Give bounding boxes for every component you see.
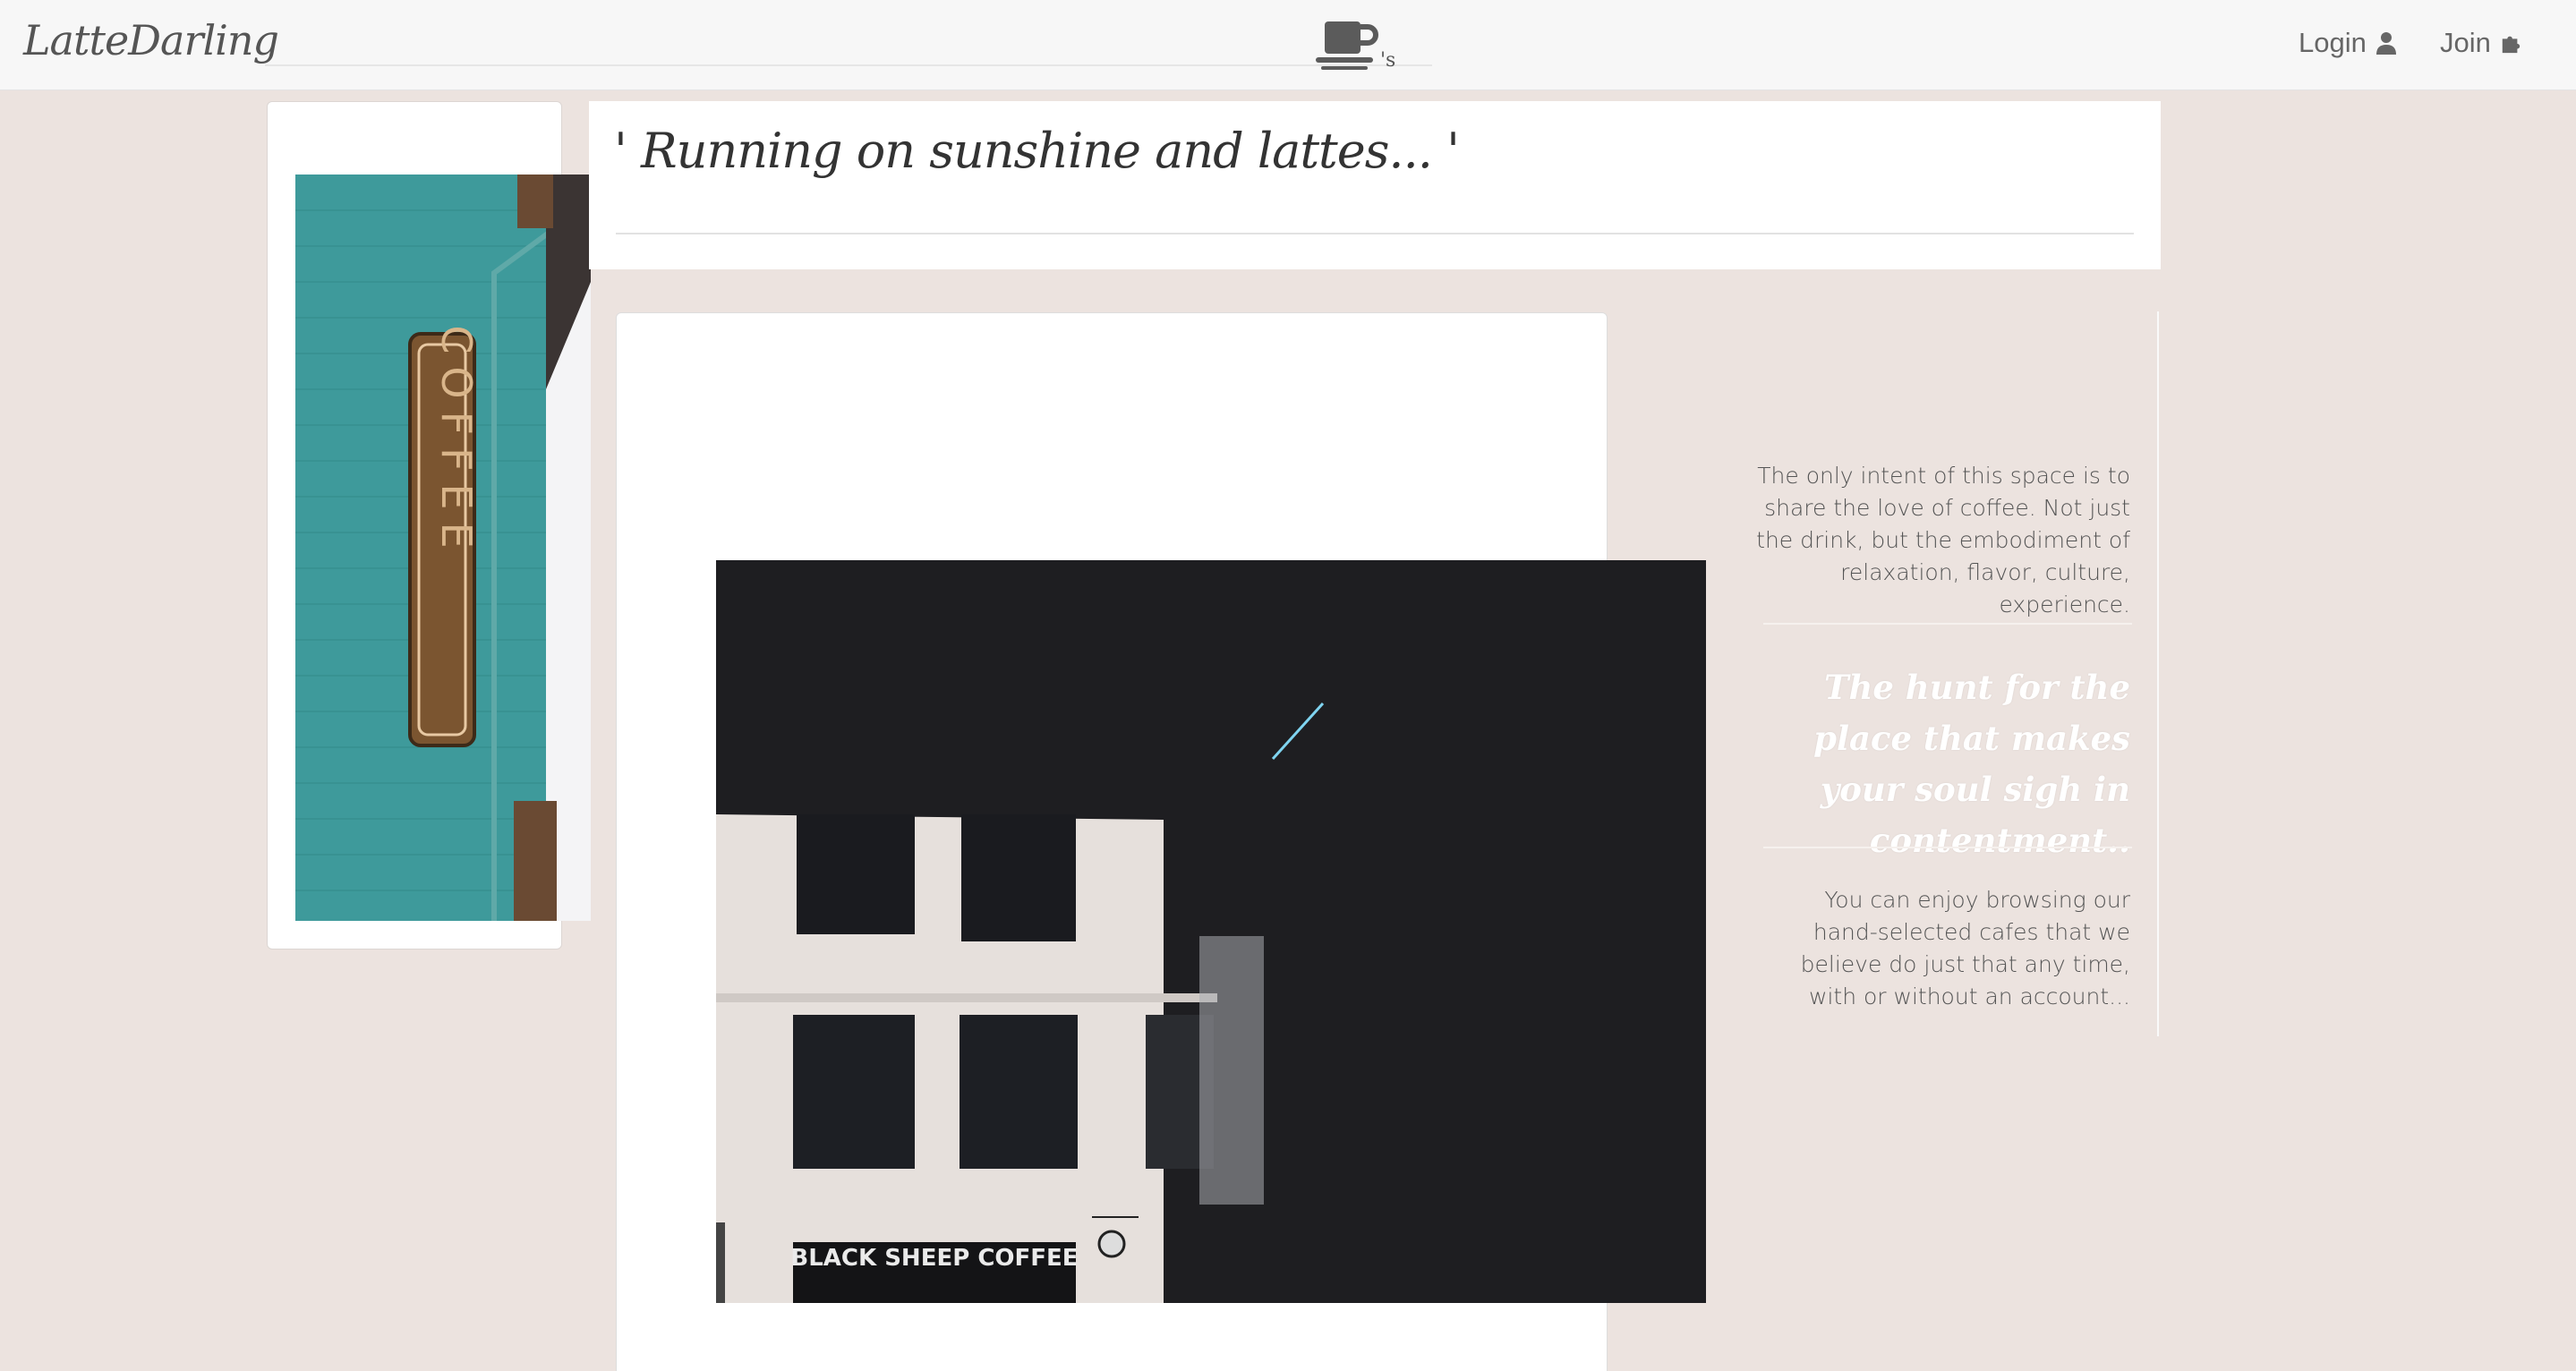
navbar-divider: [265, 64, 1432, 66]
logo-suffix: 's: [1380, 49, 1395, 72]
header-quote: ' Running on sunshine and lattes... ': [614, 123, 1460, 179]
navbar: LatteDarling 's Login Join: [0, 0, 2576, 90]
coffee-cup-logo-icon[interactable]: 's: [1310, 16, 1396, 75]
about-sidebar: The only intent of this space is to shar…: [1754, 311, 2159, 1036]
coffee-sign-text: COFFEE: [432, 325, 481, 560]
coffee-sign-photo: COFFEE: [295, 175, 591, 921]
join-link[interactable]: Join: [2440, 27, 2521, 59]
storefront-sign-text: BLACK SHEEP COFFEE: [790, 1245, 1078, 1272]
login-link[interactable]: Login: [2299, 27, 2397, 59]
about-tagline: The hunt for the place that makes your s…: [1813, 668, 2130, 860]
user-icon: [2376, 32, 2396, 55]
header-banner: ' Running on sunshine and lattes... ': [589, 101, 2161, 269]
about-divider: [1763, 847, 2132, 848]
about-browse-text: You can enjoy browsing our hand-selected…: [1800, 887, 2130, 1009]
about-divider: [1763, 623, 2132, 625]
login-label: Login: [2299, 27, 2367, 58]
about-intro-text: The only intent of this space is to shar…: [1756, 463, 2130, 617]
puzzle-piece-icon: [2502, 36, 2521, 54]
join-label: Join: [2440, 27, 2491, 58]
header-divider: [616, 233, 2134, 234]
black-sheep-coffee-photo: BLACK SHEEP COFFEE: [716, 560, 1706, 1303]
brand-logo[interactable]: LatteDarling: [23, 16, 279, 64]
